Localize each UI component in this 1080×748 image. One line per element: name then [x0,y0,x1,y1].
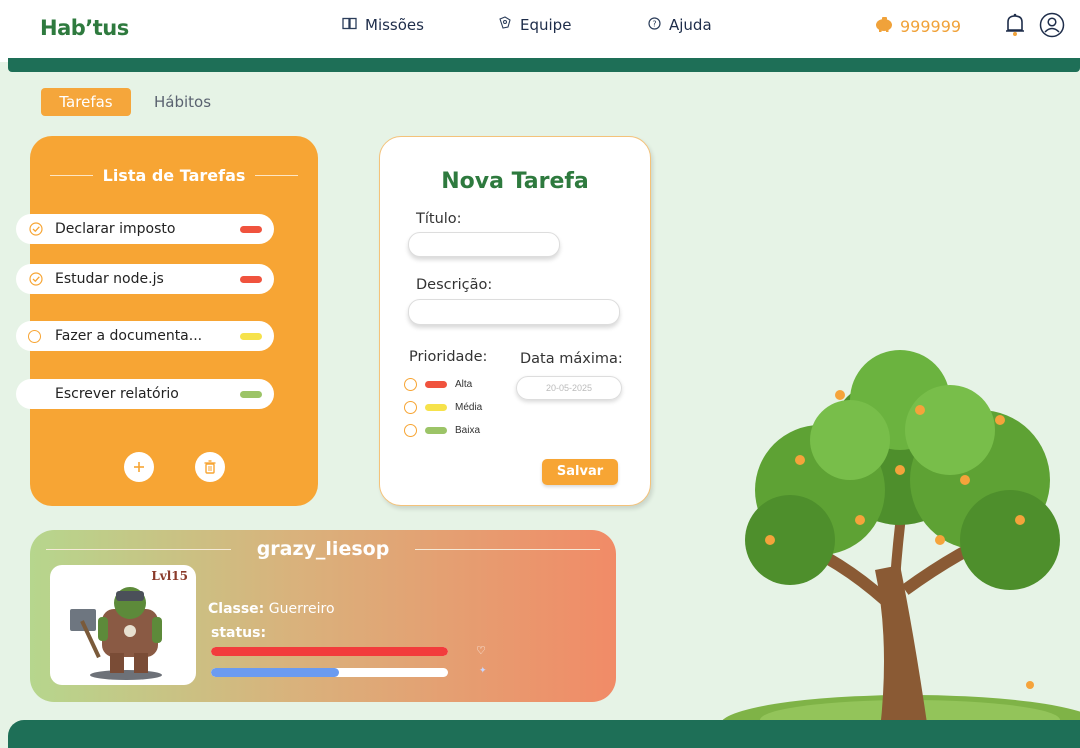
priority-high-indicator [240,275,262,283]
heart-icon: ♡ [476,645,486,657]
divider [46,548,231,550]
task-label: Declarar imposto [55,221,176,237]
level-badge: Lvl15 [151,569,188,583]
due-date-input[interactable]: 20-05-2025 [516,376,622,400]
task-item[interactable]: Estudar node.js [16,264,274,294]
priority-option-media[interactable]: Média [404,401,482,414]
team-icon [498,16,512,34]
class-value: Guerreiro [268,601,335,617]
nav-equipe-label: Equipe [520,16,572,34]
priority-radio[interactable] [404,401,417,414]
orc-warrior-avatar-icon [70,587,162,680]
save-button[interactable]: Salvar [542,459,618,485]
tab-tarefas[interactable]: Tarefas [41,88,131,116]
priority-option-alta[interactable]: Alta [404,378,472,391]
tab-habitos[interactable]: Hábitos [138,88,227,116]
mana-bar-fill [211,668,339,677]
logo-text: Hab’tus [40,16,129,40]
priority-color-swatch [425,404,447,411]
priority-medium-indicator [240,332,262,340]
task-item[interactable]: Fazer a documenta... [16,321,274,351]
title-input[interactable] [408,232,560,257]
profile-header: grazy_liesop [46,538,600,560]
profile-card: grazy_liesop Lvl15 Classe: Guerreiro sta… [30,530,616,702]
coin-count: 999999 [900,16,962,36]
priority-color-swatch [425,427,447,434]
plus-icon [134,462,144,472]
habitus-logo[interactable]: Hab’tus [40,16,129,40]
task-label: Estudar node.js [55,271,164,287]
coin-balance[interactable]: 999999 [874,16,961,36]
nav-ajuda[interactable]: ? Ajuda [648,16,712,34]
task-label: Fazer a documenta... [55,328,203,344]
title-label: Título: [416,211,462,227]
task-radio-button[interactable] [28,329,41,343]
nav-equipe[interactable]: Equipe [498,16,571,34]
status-label: status: [211,625,267,641]
top-header: Hab’tus Missões Equipe ? Ajuda 999999 [0,0,1080,62]
help-icon: ? [648,16,661,34]
new-task-card: Nova Tarefa Título: Descrição: Prioridad… [379,136,651,506]
priority-color-swatch [425,381,447,388]
user-profile-icon[interactable] [1039,12,1065,38]
delete-task-button[interactable] [195,452,225,482]
task-list-header: Lista de Tarefas [50,166,299,185]
divider [415,548,600,550]
class-info: Classe: Guerreiro [208,601,335,617]
description-input[interactable] [408,299,620,325]
priority-option-label: Média [455,402,483,413]
task-item[interactable]: Escrever relatório [16,379,274,409]
priority-option-label: Alta [455,379,473,390]
svg-text:?: ? [652,19,656,28]
divider [255,175,299,176]
nav-ajuda-label: Ajuda [669,16,712,34]
health-bar-fill [211,647,448,656]
username: grazy_liesop [256,538,390,560]
check-circle-icon[interactable] [28,222,43,237]
nav-missoes[interactable]: Missões [342,16,424,34]
nav-missoes-label: Missões [365,16,424,34]
priority-label: Prioridade: [409,349,488,365]
class-label: Classe: [208,601,265,617]
task-list-title: Lista de Tarefas [102,166,246,185]
book-icon [342,17,357,34]
divider [50,175,93,176]
priority-radio[interactable] [404,378,417,391]
trash-icon [204,460,216,474]
priority-radio[interactable] [404,424,417,437]
avatar: Lvl15 [50,565,196,685]
priority-option-baixa[interactable]: Baixa [404,424,480,437]
notification-bell-icon[interactable] [1004,12,1026,38]
mana-bar [211,668,448,677]
task-item[interactable]: Declarar imposto [16,214,274,244]
health-bar [211,647,448,656]
tree-illustration [720,350,1080,748]
priority-low-indicator [240,390,262,398]
date-label: Data máxima: [520,351,623,367]
task-label: Escrever relatório [55,386,179,402]
footer-band [8,720,1080,748]
piggy-bank-icon [874,16,894,36]
sparkle-icon: ✦ [479,665,487,675]
new-task-title: Nova Tarefa [441,169,589,194]
description-label: Descrição: [416,277,493,293]
check-circle-icon[interactable] [28,272,43,287]
priority-option-label: Baixa [455,425,481,436]
add-task-button[interactable] [124,452,154,482]
priority-high-indicator [240,225,262,233]
header-divider-band [8,58,1080,72]
